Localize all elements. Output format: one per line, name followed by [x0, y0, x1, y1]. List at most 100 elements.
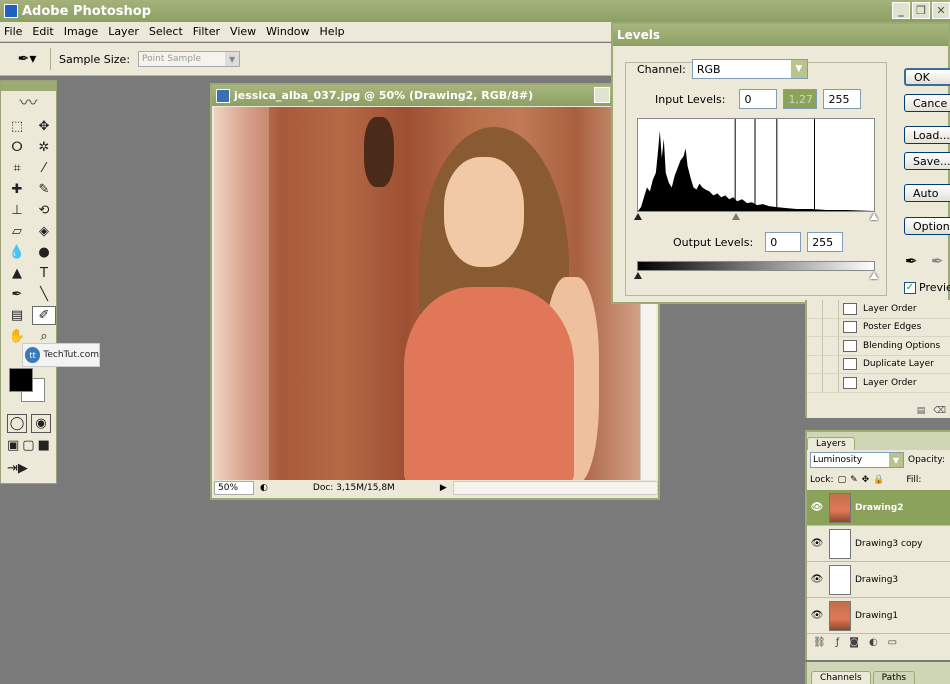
black-eyedropper-icon[interactable]: ✒: [905, 252, 918, 270]
paint-bucket-icon[interactable]: ◈: [32, 222, 56, 241]
magic-wand-icon[interactable]: ✲: [32, 138, 56, 157]
layer-row[interactable]: 👁 Drawing1: [807, 598, 950, 634]
menu-filter[interactable]: Filter: [193, 25, 220, 38]
slice-tool-icon[interactable]: ⁄: [32, 159, 56, 178]
status-menu-arrow-icon[interactable]: ▶: [440, 483, 447, 493]
blur-tool-icon[interactable]: 💧: [5, 243, 29, 262]
menu-window[interactable]: Window: [266, 25, 309, 38]
new-group-icon[interactable]: ▭: [888, 637, 897, 648]
output-black-slider[interactable]: [634, 272, 642, 279]
eyedropper-tool-icon[interactable]: ✐: [32, 306, 56, 325]
levels-title[interactable]: Levels: [613, 24, 948, 46]
action-item[interactable]: Poster Edges: [807, 318, 950, 337]
menu-layer[interactable]: Layer: [108, 25, 139, 38]
action-item[interactable]: Blending Options: [807, 336, 950, 356]
sample-size-select[interactable]: Point Sample ▼: [138, 51, 241, 67]
tab-paths[interactable]: Paths: [872, 671, 916, 684]
action-item[interactable]: Layer Order: [807, 299, 950, 319]
action-label: Blending Options: [863, 340, 941, 351]
standard-mode-icon[interactable]: ◯: [7, 414, 27, 433]
lock-transparency-icon[interactable]: ▢: [838, 475, 847, 485]
type-tool-icon[interactable]: T: [32, 264, 56, 283]
foreground-color-swatch[interactable]: [9, 368, 33, 392]
restore-button[interactable]: ❐: [912, 2, 930, 19]
close-button[interactable]: ✕: [932, 2, 950, 19]
gray-eyedropper-icon[interactable]: ✒: [931, 252, 944, 270]
auto-button[interactable]: Auto: [904, 184, 950, 202]
dodge-tool-icon[interactable]: ●: [32, 243, 56, 262]
input-gamma-slider[interactable]: [732, 213, 740, 220]
action-item[interactable]: Layer Order: [807, 373, 950, 393]
layer-row[interactable]: 👁 Drawing2: [807, 490, 950, 526]
line-tool-icon[interactable]: ╲: [32, 285, 56, 304]
adjustment-layer-icon[interactable]: ◐: [869, 637, 878, 648]
tab-channels[interactable]: Channels: [811, 671, 871, 684]
channel-select[interactable]: RGB ▼: [691, 59, 808, 79]
screen-mode-standard-icon[interactable]: ▣: [7, 436, 19, 455]
eye-icon[interactable]: 👁: [807, 574, 827, 585]
screen-mode-full-icon[interactable]: ■: [38, 436, 50, 455]
jump-to-imageready-icon[interactable]: ⇥▶: [7, 459, 28, 478]
brush-tool-icon[interactable]: ✎: [32, 180, 56, 199]
menu-file[interactable]: File: [4, 25, 22, 38]
tab-layers[interactable]: Layers: [807, 437, 855, 450]
ok-button[interactable]: OK: [904, 68, 950, 86]
eye-icon[interactable]: 👁: [807, 502, 827, 513]
menu-select[interactable]: Select: [149, 25, 183, 38]
menu-help[interactable]: Help: [320, 25, 345, 38]
eye-icon[interactable]: 👁: [807, 538, 827, 549]
marquee-tool-icon[interactable]: ⬚: [5, 117, 29, 136]
output-black-field[interactable]: 0: [765, 232, 802, 252]
preview-checkbox[interactable]: ✓ Preview: [904, 281, 950, 294]
layer-row[interactable]: 👁 Drawing3 copy: [807, 526, 950, 562]
load-button[interactable]: Load...: [904, 126, 950, 144]
path-select-icon[interactable]: ▲: [5, 264, 29, 283]
input-white-slider[interactable]: [870, 213, 878, 220]
zoom-field[interactable]: 50%: [214, 481, 254, 495]
sample-size-label: Sample Size:: [59, 52, 131, 66]
input-white-field[interactable]: 255: [823, 89, 862, 109]
history-brush-icon[interactable]: ⟲: [32, 201, 56, 220]
output-white-slider[interactable]: [870, 272, 878, 279]
notes-tool-icon[interactable]: ▤: [5, 306, 29, 325]
eyedropper-preset-icon[interactable]: ✒▾: [12, 49, 42, 69]
layer-row[interactable]: 👁 Drawing3: [807, 562, 950, 598]
quickmask-mode-icon[interactable]: ◉: [31, 414, 51, 433]
blend-mode-select[interactable]: Luminosity ▼: [810, 452, 904, 468]
lock-position-icon[interactable]: ✥: [862, 475, 870, 485]
menu-image[interactable]: Image: [64, 25, 98, 38]
image-canvas[interactable]: [214, 107, 640, 484]
input-black-slider[interactable]: [634, 213, 642, 220]
lasso-tool-icon[interactable]: ⵔ: [5, 138, 29, 157]
input-black-field[interactable]: 0: [739, 89, 778, 109]
minimize-button[interactable]: _: [892, 2, 910, 19]
lock-all-icon[interactable]: 🔒: [873, 475, 884, 485]
delete-action-icon[interactable]: ⌫: [933, 406, 946, 416]
lock-pixels-icon[interactable]: ✎: [850, 475, 858, 485]
status-nav-icon[interactable]: ◐: [260, 483, 268, 493]
new-action-icon[interactable]: ▤: [917, 406, 926, 416]
horizontal-scrollbar[interactable]: [452, 481, 658, 495]
document-minimize-button[interactable]: [594, 87, 610, 103]
menu-edit[interactable]: Edit: [32, 25, 53, 38]
healing-brush-icon[interactable]: ✚: [5, 180, 29, 199]
link-layers-icon[interactable]: ⛓: [813, 637, 826, 648]
cancel-button[interactable]: Cance: [904, 94, 950, 112]
pen-tool-icon[interactable]: ✒: [5, 285, 29, 304]
stamp-tool-icon[interactable]: ⊥: [5, 201, 29, 220]
eye-icon[interactable]: 👁: [807, 610, 827, 621]
menu-view[interactable]: View: [230, 25, 256, 38]
save-button[interactable]: Save...: [904, 152, 950, 170]
input-gamma-field[interactable]: 1,27: [783, 89, 818, 109]
options-button[interactable]: Options: [904, 217, 950, 235]
screen-mode-full-menu-icon[interactable]: ▢: [22, 436, 34, 455]
eraser-tool-icon[interactable]: ▱: [5, 222, 29, 241]
action-item[interactable]: Duplicate Layer: [807, 355, 950, 374]
document-titlebar[interactable]: jessica_alba_037.jpg @ 50% (Drawing2, RG…: [212, 85, 658, 106]
output-white-field[interactable]: 255: [807, 232, 844, 252]
move-tool-icon[interactable]: ✥: [32, 117, 56, 136]
layer-mask-icon[interactable]: ◙: [849, 637, 859, 648]
layer-style-icon[interactable]: ƒ: [836, 637, 840, 648]
feather-icon[interactable]: 〰: [1, 91, 56, 114]
crop-tool-icon[interactable]: ⌗: [5, 159, 29, 178]
